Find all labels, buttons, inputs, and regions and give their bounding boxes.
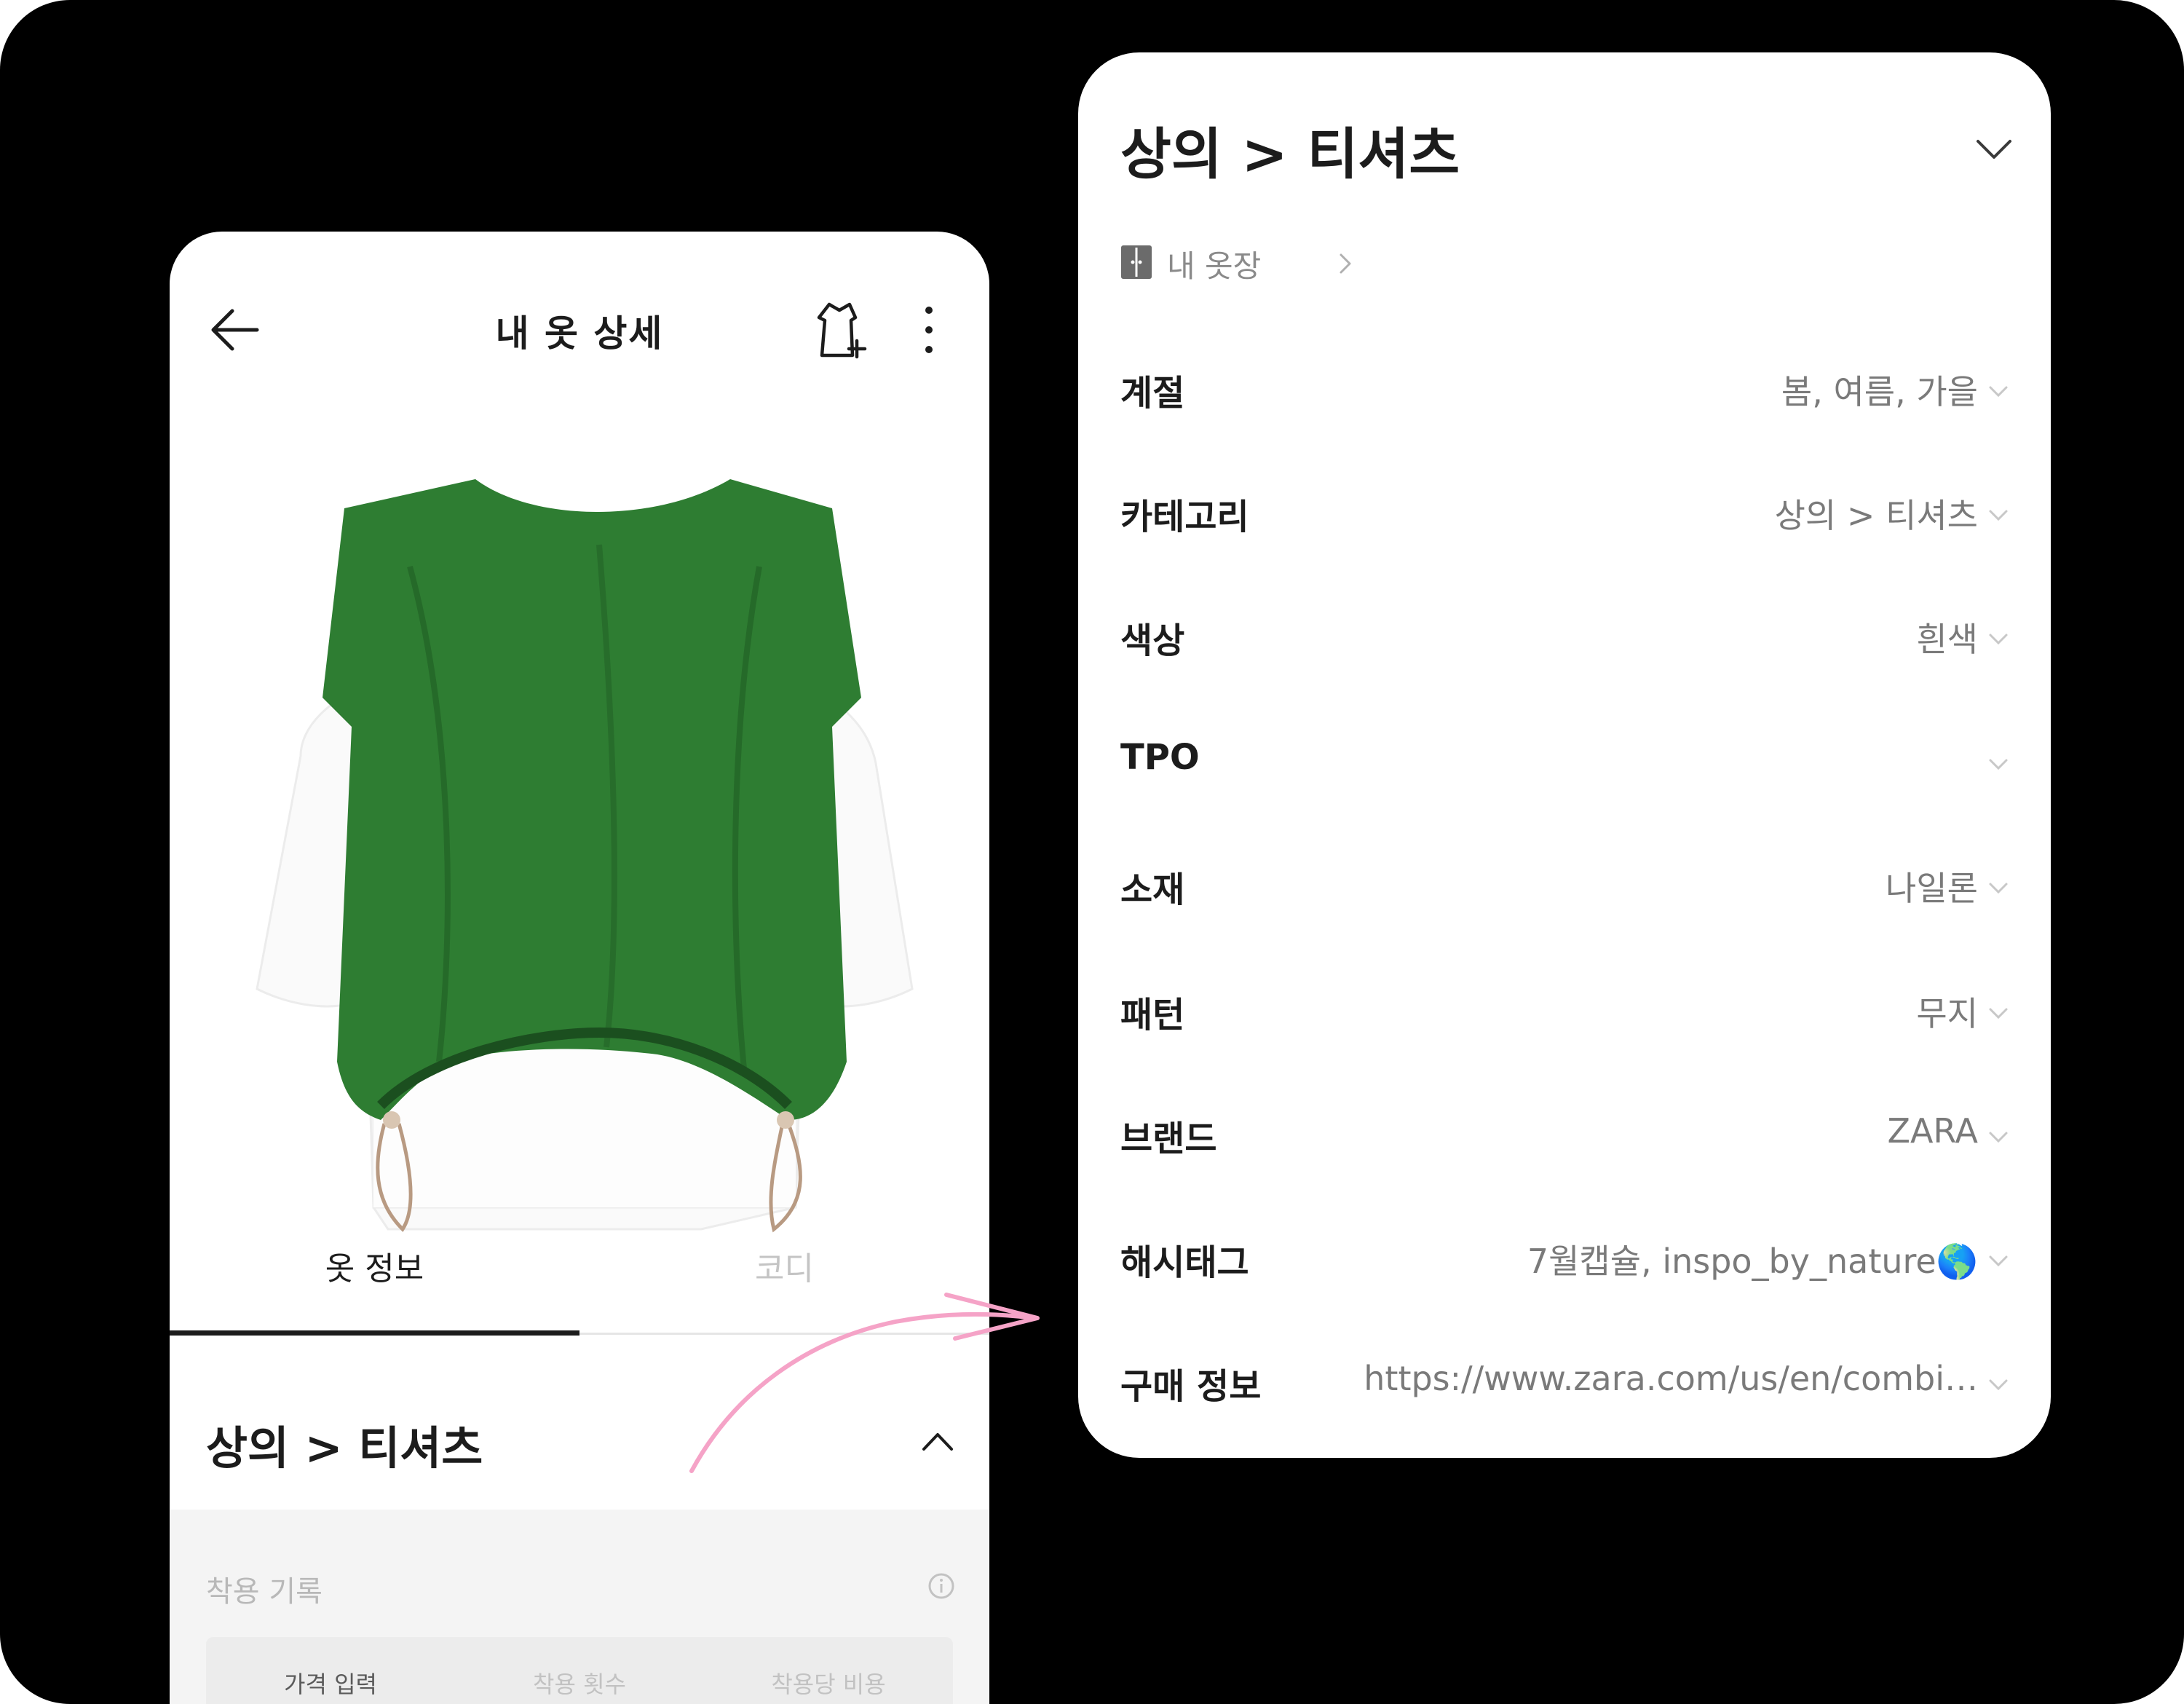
row-value: 7월캡슐, inspo_by_nature🌎 (1527, 1242, 1978, 1281)
attribute-row-brand[interactable]: 브랜드 ZARA (1078, 1081, 2051, 1183)
chevron-down-icon (1989, 1132, 2008, 1143)
price-input-column[interactable]: 가격 입력 (206, 1666, 455, 1700)
wear-record-title: 착용 기록 (206, 1575, 323, 1609)
attribute-row-category[interactable]: 카테고리 상의 > 티셔츠 (1078, 459, 2051, 561)
attribute-row-tpo[interactable]: TPO (1078, 708, 2051, 810)
breadcrumb-label: 내 옷장 (1167, 248, 1262, 284)
background-canvas: 내 옷 상세 옷 정보 코디 상의 > 티셔츠 착용 기록 가격 입력 착용 횟… (0, 0, 2184, 1704)
row-value: 흰색 (1916, 620, 1978, 659)
row-value: 상의 > 티셔츠 (1774, 496, 1978, 535)
info-icon[interactable] (927, 1571, 956, 1601)
row-value: 무지 (1916, 994, 1978, 1033)
wear-record-table: 가격 입력 착용 횟수 착용당 비용 (206, 1637, 953, 1704)
row-label: 계절 (1120, 373, 1185, 414)
attribute-row-purchase-info[interactable]: 구매 정보 https://www.zara.com/us/en/combi… (1078, 1328, 2051, 1430)
attribute-row-pattern[interactable]: 패턴 무지 (1078, 957, 2051, 1059)
detail-title: 상의 > 티셔츠 (1120, 122, 1460, 186)
top-bar: 내 옷 상세 (170, 232, 989, 428)
chevron-down-icon (1989, 386, 2008, 398)
chevron-right-icon (1340, 253, 1351, 274)
chevron-down-icon (1989, 759, 2008, 770)
tab-clothing-info[interactable]: 옷 정보 (170, 1229, 579, 1317)
category-detail-panel: 상의 > 티셔츠 내 옷장 계절 봄, 여름, 가을 카테고리 상의 > 티셔츠 (1078, 52, 2051, 1458)
row-value: 나일론 (1886, 869, 1978, 908)
attribute-row-season[interactable]: 계절 봄, 여름, 가을 (1078, 335, 2051, 437)
row-value[interactable]: https://www.zara.com/us/en/combi… (1364, 1359, 1978, 1398)
row-label: TPO (1120, 737, 1200, 778)
row-label: 소재 (1120, 869, 1185, 910)
row-label: 브랜드 (1120, 1119, 1217, 1159)
cost-per-wear-column: 착용당 비용 (771, 1671, 886, 1698)
category-heading: 상의 > 티셔츠 (206, 1421, 483, 1475)
chevron-down-icon (1989, 634, 2008, 645)
attribute-row-material[interactable]: 소재 나일론 (1078, 832, 2051, 934)
more-vertical-icon[interactable] (919, 304, 938, 355)
outfit-add-icon[interactable] (810, 299, 869, 364)
attribute-row-hashtag[interactable]: 해시태그 7월캡슐, inspo_by_nature🌎 (1078, 1204, 2051, 1306)
chevron-down-icon (1989, 883, 2008, 894)
tab-active-indicator (170, 1330, 579, 1336)
attribute-row-color[interactable]: 색상 흰색 (1078, 583, 2051, 685)
wear-count-column: 착용 횟수 (533, 1671, 626, 1698)
chevron-down-icon (1989, 1008, 2008, 1019)
chevron-down-icon (1989, 510, 2008, 521)
row-label: 패턴 (1120, 995, 1185, 1036)
closet-icon (1121, 245, 1152, 279)
row-value: ZARA (1887, 1111, 1978, 1151)
chevron-down-icon[interactable] (1974, 134, 2014, 163)
row-label: 구매 정보 (1120, 1366, 1262, 1407)
row-label: 색상 (1120, 620, 1185, 661)
row-value: 봄, 여름, 가을 (1781, 372, 1978, 411)
chevron-down-icon (1989, 1379, 2008, 1391)
chevron-down-icon (1989, 1255, 2008, 1267)
row-label: 카테고리 (1120, 497, 1249, 537)
row-label: 해시태그 (1120, 1242, 1249, 1283)
connector-arrow (689, 1293, 1040, 1473)
